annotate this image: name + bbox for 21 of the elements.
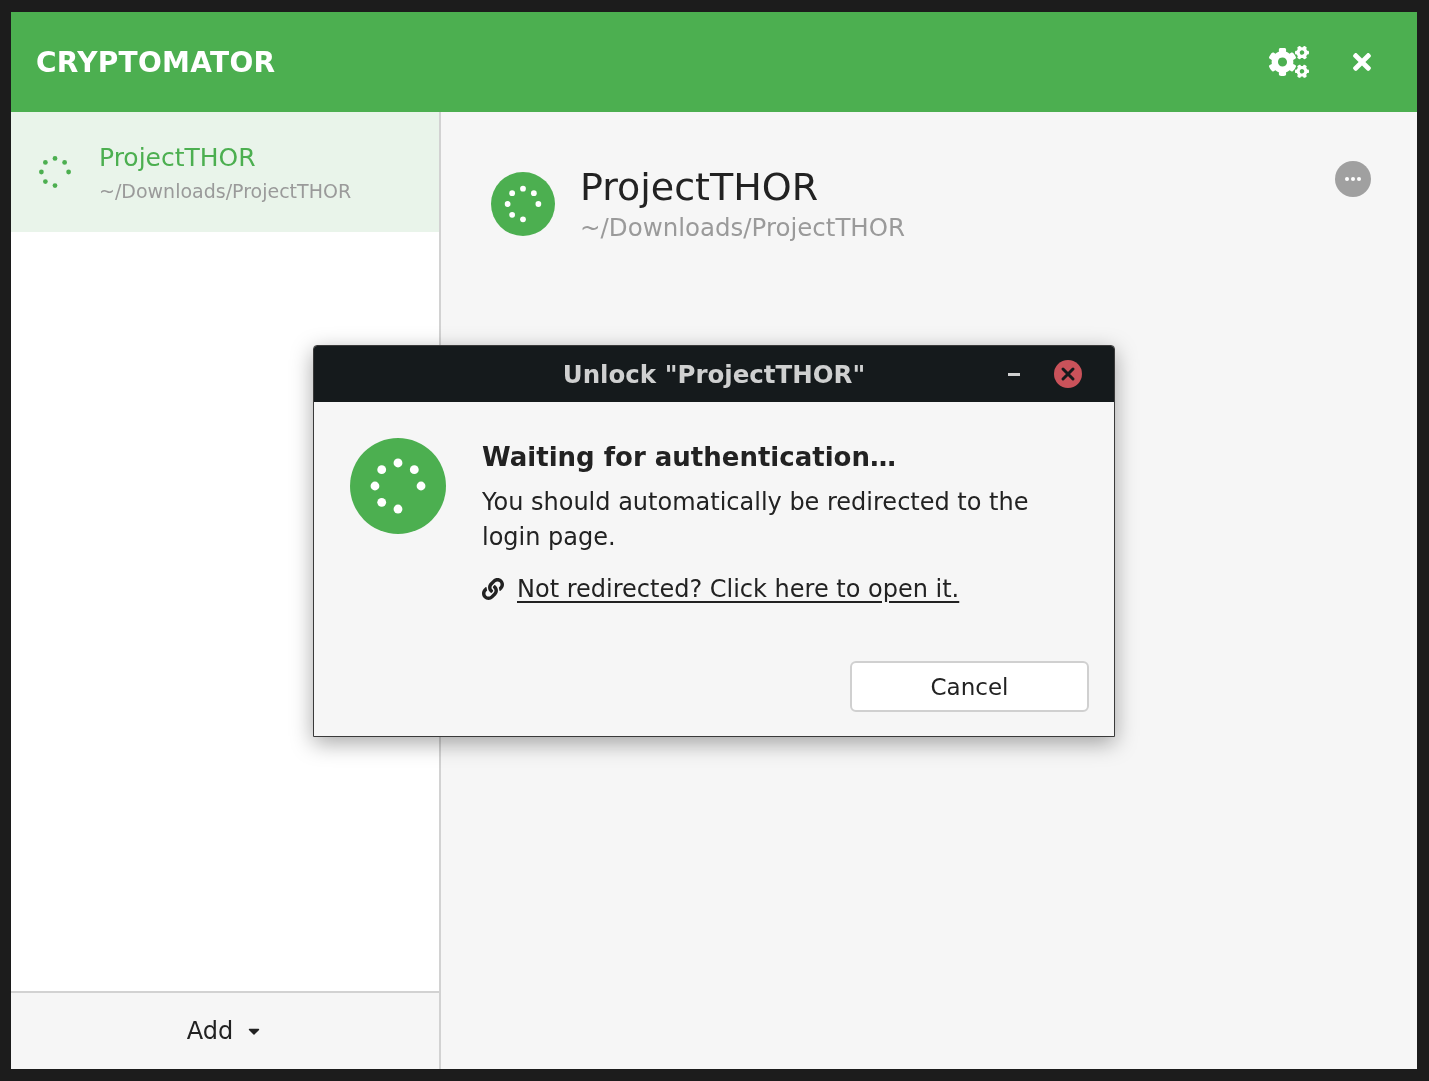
link-icon [482, 578, 504, 600]
vault-path: ~/Downloads/ProjectTHOR [99, 179, 352, 202]
dialog-heading: Waiting for authentication… [482, 442, 897, 472]
minimize-icon [1008, 372, 1020, 376]
close-icon [1054, 360, 1082, 388]
open-login-link[interactable]: Not redirected? Click here to open it. [517, 575, 960, 603]
dialog-title: Unlock "ProjectTHOR" [562, 359, 866, 389]
ellipsis-icon [1345, 177, 1361, 181]
spinner-icon [491, 171, 555, 236]
vault-name: ProjectTHOR [99, 142, 257, 172]
vault-path: ~/Downloads/ProjectTHOR [580, 213, 906, 242]
dialog-message: You should automatically be redirected to the login page. [482, 487, 1030, 553]
dialog-close-button[interactable] [1054, 360, 1082, 388]
app-title: CRYPTOMATOR [36, 45, 276, 79]
add-vault-button[interactable]: Add [186, 1017, 264, 1045]
cancel-button[interactable]: Cancel [850, 661, 1089, 712]
more-options-button[interactable] [1335, 161, 1371, 197]
minimize-button[interactable] [1008, 372, 1020, 376]
spinner-icon [38, 155, 72, 189]
spinner-icon [350, 438, 446, 534]
vault-title: ProjectTHOR [580, 165, 820, 209]
